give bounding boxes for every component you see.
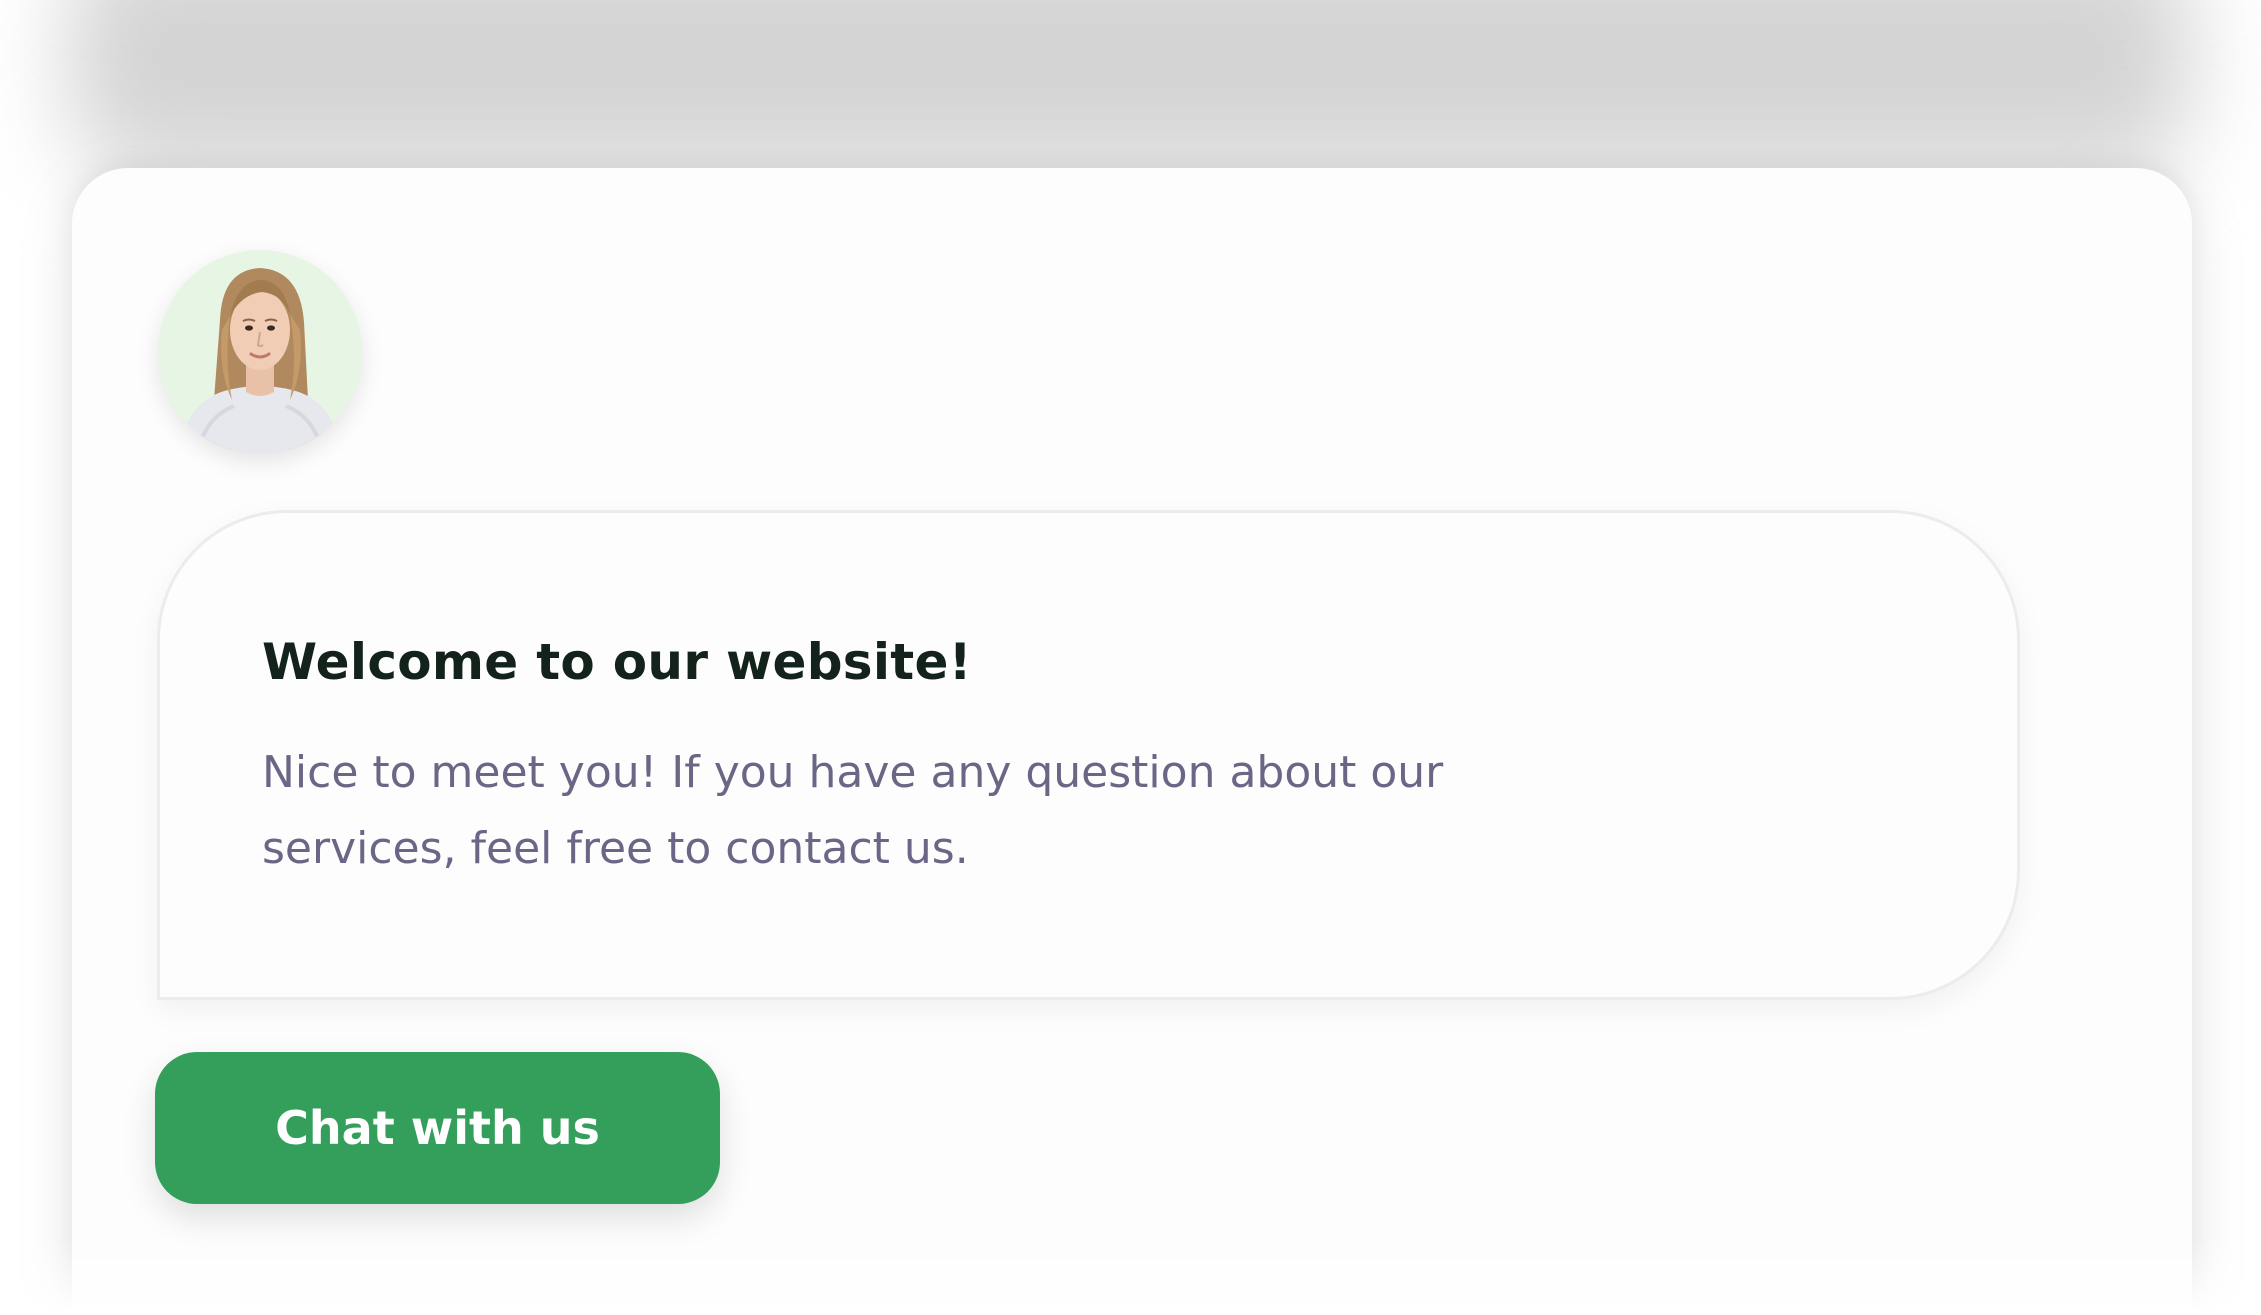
welcome-message-bubble: Welcome to our website! Nice to meet you…: [157, 510, 2020, 1000]
background-shadow: [70, 0, 2190, 170]
bottom-fade: [0, 1240, 2261, 1315]
agent-avatar: [158, 250, 362, 454]
user-avatar-photo-icon: [158, 250, 362, 454]
welcome-message: Nice to meet you! If you have any questi…: [262, 747, 1444, 874]
page: Welcome to our website! Nice to meet you…: [0, 0, 2261, 1315]
welcome-title: Welcome to our website!: [262, 633, 972, 691]
chat-with-us-button[interactable]: Chat with us: [155, 1052, 720, 1204]
